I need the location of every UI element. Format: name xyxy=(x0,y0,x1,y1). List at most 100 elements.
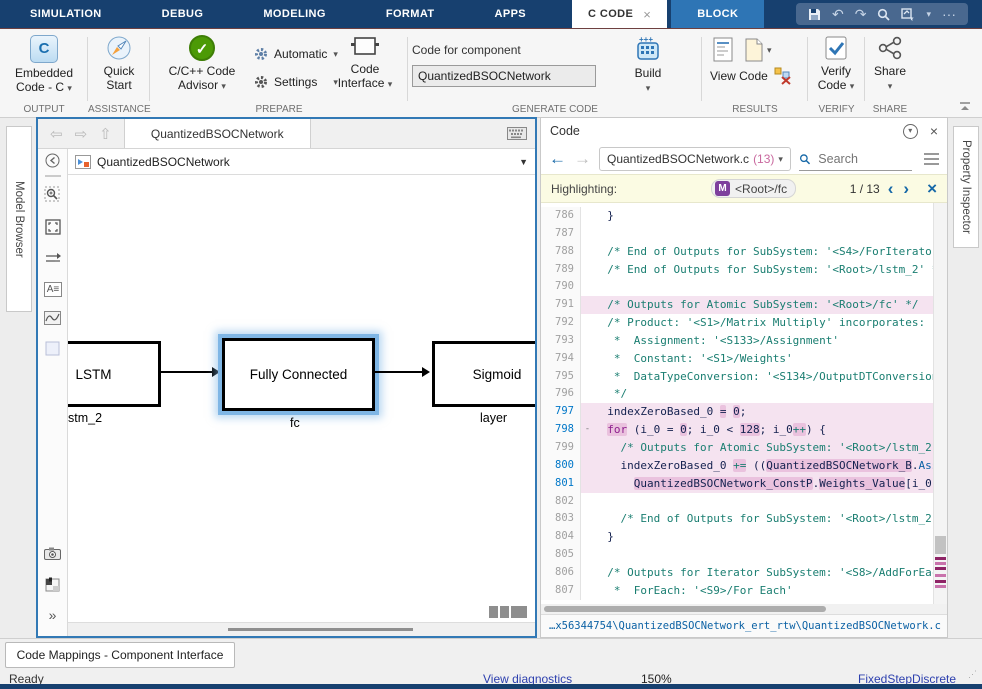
build-button[interactable]: +++ Build ▾ xyxy=(620,35,676,95)
code-line-806[interactable]: 806 /* Outputs for Iterator SubSystem: '… xyxy=(541,564,947,582)
code-line-803[interactable]: 803 /* End of Outputs for SubSystem: '<R… xyxy=(541,510,947,528)
block-fully-connected[interactable]: Fully Connected xyxy=(222,338,375,411)
code-line-799[interactable]: 799 /* Outputs for Atomic SubSystem: '<R… xyxy=(541,439,947,457)
code-line-796[interactable]: 796 */ xyxy=(541,385,947,403)
block-sigmoid-label[interactable]: layer xyxy=(480,411,507,425)
panel-menu-icon[interactable]: ▾ xyxy=(903,124,918,139)
breadcrumb-dropdown-icon[interactable]: ▼ xyxy=(519,157,528,167)
undo-icon[interactable]: ↶ xyxy=(832,3,844,25)
code-line-794[interactable]: 794 * Constant: '<S1>/Weights' xyxy=(541,350,947,368)
breadcrumb-item[interactable]: QuantizedBSOCNetwork xyxy=(97,155,230,169)
tab-modeling[interactable]: MODELING xyxy=(233,0,355,28)
code-line-798[interactable]: 798- for (i_0 = 0; i_0 < 128; i_0++) { xyxy=(541,421,947,439)
block-sigmoid[interactable]: Sigmoid xyxy=(432,341,535,407)
model-browser-tab[interactable]: Model Browser xyxy=(6,126,32,312)
code-hscrollbar[interactable] xyxy=(541,604,947,614)
block-lstm-label[interactable]: stm_2 xyxy=(68,411,102,425)
canvas-hscrollbar[interactable] xyxy=(68,622,535,636)
code-advisor-button[interactable]: ✓ C/C++ Code Advisor ▾ xyxy=(154,35,250,93)
code-line-789[interactable]: 789 /* End of Outputs for SubSystem: '<R… xyxy=(541,261,947,279)
code-back-icon[interactable]: ← xyxy=(549,149,566,169)
screenshot-icon[interactable] xyxy=(38,547,67,560)
open-report-icon[interactable]: ▾ xyxy=(744,38,772,62)
automatic-button[interactable]: Automatic ▾ xyxy=(254,43,338,65)
verify-code-button[interactable]: Verify Code ▾ xyxy=(811,35,861,93)
tab-format[interactable]: FORMAT xyxy=(356,0,465,28)
highlight-target-chip[interactable]: M <Root>/fc xyxy=(711,179,796,198)
model-diagram[interactable]: LSTM stm_2 Fully Connected fc Sigmoid la… xyxy=(68,175,535,622)
viewmarks-icon[interactable] xyxy=(38,577,67,593)
file-selector[interactable]: QuantizedBSOCNetwork.c (13) ▾ xyxy=(599,147,791,171)
expand-strip-icon[interactable]: » xyxy=(38,607,67,623)
search-icon[interactable] xyxy=(877,8,890,21)
area-icon[interactable] xyxy=(38,341,67,356)
code-editor[interactable]: 786 }787788 /* End of Outputs for SubSys… xyxy=(541,203,947,604)
code-line-791[interactable]: 791 /* Outputs for Atomic SubSystem: '<R… xyxy=(541,296,947,314)
code-line-804[interactable]: 804 } xyxy=(541,528,947,546)
tab-apps[interactable]: APPS xyxy=(464,0,556,28)
vscroll-thumb[interactable] xyxy=(935,536,946,554)
code-line-802[interactable]: 802 xyxy=(541,493,947,511)
signal-viewer-icon[interactable] xyxy=(38,311,67,325)
clear-highlighting-icon[interactable]: × xyxy=(927,179,937,199)
code-line-807[interactable]: 807 * ForEach: '<S9>/For Each' xyxy=(541,582,947,600)
property-inspector-tab[interactable]: Property Inspector xyxy=(953,126,979,248)
save-icon[interactable] xyxy=(808,8,821,21)
view-code-label[interactable]: View Code xyxy=(710,69,768,83)
code-line-788[interactable]: 788 /* End of Outputs for SubSystem: '<S… xyxy=(541,243,947,261)
zoom-select-icon[interactable] xyxy=(38,186,67,203)
remove-highlighting-icon[interactable] xyxy=(774,67,792,85)
share-button[interactable]: Share ▾ xyxy=(867,35,913,93)
favorites-icon[interactable] xyxy=(901,8,915,21)
fit-to-view-icon[interactable] xyxy=(38,219,67,235)
tab-simulation[interactable]: SIMULATION xyxy=(0,0,132,28)
code-line-790[interactable]: 790 xyxy=(541,278,947,296)
tab-block[interactable]: BLOCK xyxy=(671,0,764,28)
code-forward-icon[interactable]: → xyxy=(574,149,591,169)
redo-icon[interactable]: ↷ xyxy=(855,3,867,25)
block-lstm[interactable]: LSTM xyxy=(68,341,161,407)
tab-debug[interactable]: DEBUG xyxy=(132,0,234,28)
search-input[interactable] xyxy=(816,151,912,167)
block-fully-connected-label[interactable]: fc xyxy=(290,416,300,430)
route-lines-icon[interactable] xyxy=(38,252,67,265)
back-icon[interactable]: ⇦ xyxy=(50,125,63,143)
signal-line[interactable] xyxy=(375,371,423,373)
model-tab[interactable]: QuantizedBSOCNetwork xyxy=(124,119,311,148)
settings-button[interactable]: Settings ▾ xyxy=(254,71,338,93)
code-line-797[interactable]: 797 indexZeroBased_0 = 0; xyxy=(541,403,947,421)
qat-dropdown-icon[interactable]: ▾ xyxy=(926,3,931,25)
keyboard-shortcuts-icon[interactable] xyxy=(507,119,535,148)
menu-icon[interactable] xyxy=(924,150,939,168)
qat-more-icon[interactable]: ··· xyxy=(942,3,956,25)
window-resize-grip[interactable]: ⋰ xyxy=(968,669,978,680)
tab-c-code[interactable]: C CODE × xyxy=(572,0,667,28)
view-code-icon[interactable] xyxy=(712,37,734,63)
hide-model-browser-icon[interactable] xyxy=(38,153,67,168)
code-line-787[interactable]: 787 xyxy=(541,225,947,243)
code-line-795[interactable]: 795 * DataTypeConversion: '<S134>/Output… xyxy=(541,368,947,386)
annotation-icon[interactable]: A≡ xyxy=(44,282,62,297)
tab-close-icon[interactable]: × xyxy=(643,7,651,22)
code-interface-button[interactable]: Code Interface ▾ xyxy=(328,35,402,91)
code-line-805[interactable]: 805 xyxy=(541,546,947,564)
fold-toggle-icon[interactable]: - xyxy=(581,421,594,439)
component-input[interactable] xyxy=(412,65,596,87)
signal-line[interactable] xyxy=(161,371,213,373)
code-line-786[interactable]: 786 } xyxy=(541,207,947,225)
embedded-code-button[interactable]: C Embedded Code - C ▾ xyxy=(6,35,82,95)
code-line-800[interactable]: 800 indexZeroBased_0 += ((QuantizedBSOCN… xyxy=(541,457,947,475)
up-icon[interactable]: ⇧ xyxy=(99,125,112,143)
forward-icon[interactable]: ⇨ xyxy=(75,125,88,143)
code-line-793[interactable]: 793 * Assignment: '<S133>/Assignment' xyxy=(541,332,947,350)
code-search[interactable] xyxy=(799,148,912,171)
code-vscrollbar[interactable] xyxy=(933,203,947,604)
next-match-icon[interactable]: › xyxy=(903,179,909,199)
code-mappings-tab[interactable]: Code Mappings - Component Interface xyxy=(5,642,235,668)
prev-match-icon[interactable]: ‹ xyxy=(888,179,894,199)
quick-start-button[interactable]: Quick Start xyxy=(91,35,147,92)
code-line-792[interactable]: 792 /* Product: '<S1>/Matrix Multiply' i… xyxy=(541,314,947,332)
hscroll-thumb[interactable] xyxy=(544,606,826,612)
code-line-801[interactable]: 801 QuantizedBSOCNetwork_ConstP.Weights_… xyxy=(541,475,947,493)
close-panel-icon[interactable]: × xyxy=(930,123,938,139)
